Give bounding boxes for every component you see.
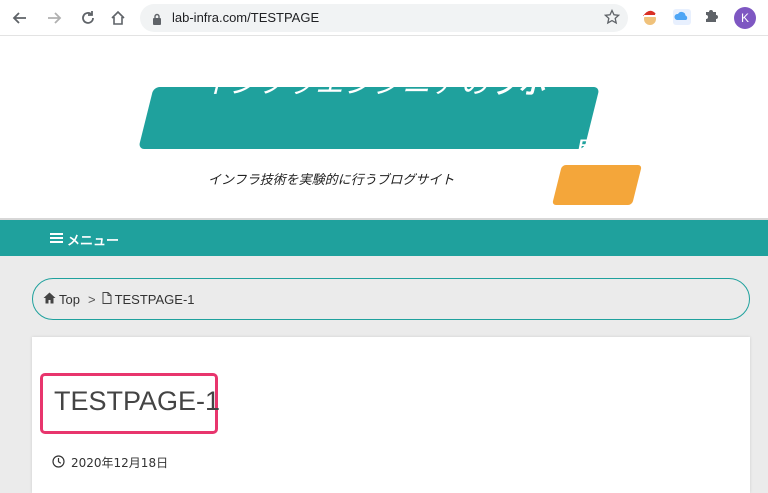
- extension-cloud-icon[interactable]: [672, 7, 694, 29]
- nav-bar: メニュー: [0, 218, 768, 256]
- puzzle-icon[interactable]: [703, 7, 725, 29]
- logo-badge: [549, 163, 645, 207]
- hamburger-icon: [50, 232, 63, 248]
- browser-toolbar: lab-infra.com/TESTPAGE K: [0, 0, 768, 36]
- breadcrumb-current: TESTPAGE-1: [102, 291, 195, 307]
- document-icon: [102, 291, 112, 307]
- logo-badge-text: Blog: [578, 136, 616, 155]
- logo-text-main: インフラエンジニアの: [200, 67, 490, 100]
- breadcrumb-separator: >: [87, 291, 96, 307]
- home-icon: [43, 292, 56, 307]
- forward-icon[interactable]: [42, 6, 66, 30]
- post-date: 2020年12月18日: [52, 454, 168, 471]
- breadcrumb-home[interactable]: Top: [43, 292, 80, 307]
- star-icon[interactable]: [603, 8, 621, 29]
- breadcrumb-current-label: TESTPAGE-1: [114, 291, 195, 307]
- back-icon[interactable]: [8, 6, 32, 30]
- menu-button[interactable]: メニュー: [50, 230, 119, 249]
- address-bar[interactable]: lab-infra.com/TESTPAGE: [140, 4, 628, 32]
- reload-icon[interactable]: [76, 6, 100, 30]
- site-logo[interactable]: インフラエンジニアのラボ: [200, 62, 547, 102]
- post-date-text: 2020年12月18日: [71, 456, 169, 470]
- breadcrumb-home-label: Top: [59, 291, 80, 307]
- profile-avatar[interactable]: K: [734, 7, 756, 29]
- breadcrumb: Top > TESTPAGE-1: [32, 278, 750, 320]
- clock-icon: [52, 454, 65, 471]
- lock-icon: [152, 11, 162, 30]
- extension-santa-icon[interactable]: [640, 7, 662, 29]
- logo-text-bold: ラボ: [489, 67, 548, 100]
- menu-label: メニュー: [67, 234, 120, 249]
- page-title: TESTPAGE-1: [54, 386, 221, 416]
- url-text: lab-infra.com/TESTPAGE: [172, 10, 320, 25]
- home-icon[interactable]: [106, 6, 130, 30]
- site-tagline: インフラ技術を実験的に行うブログサイト: [208, 173, 455, 188]
